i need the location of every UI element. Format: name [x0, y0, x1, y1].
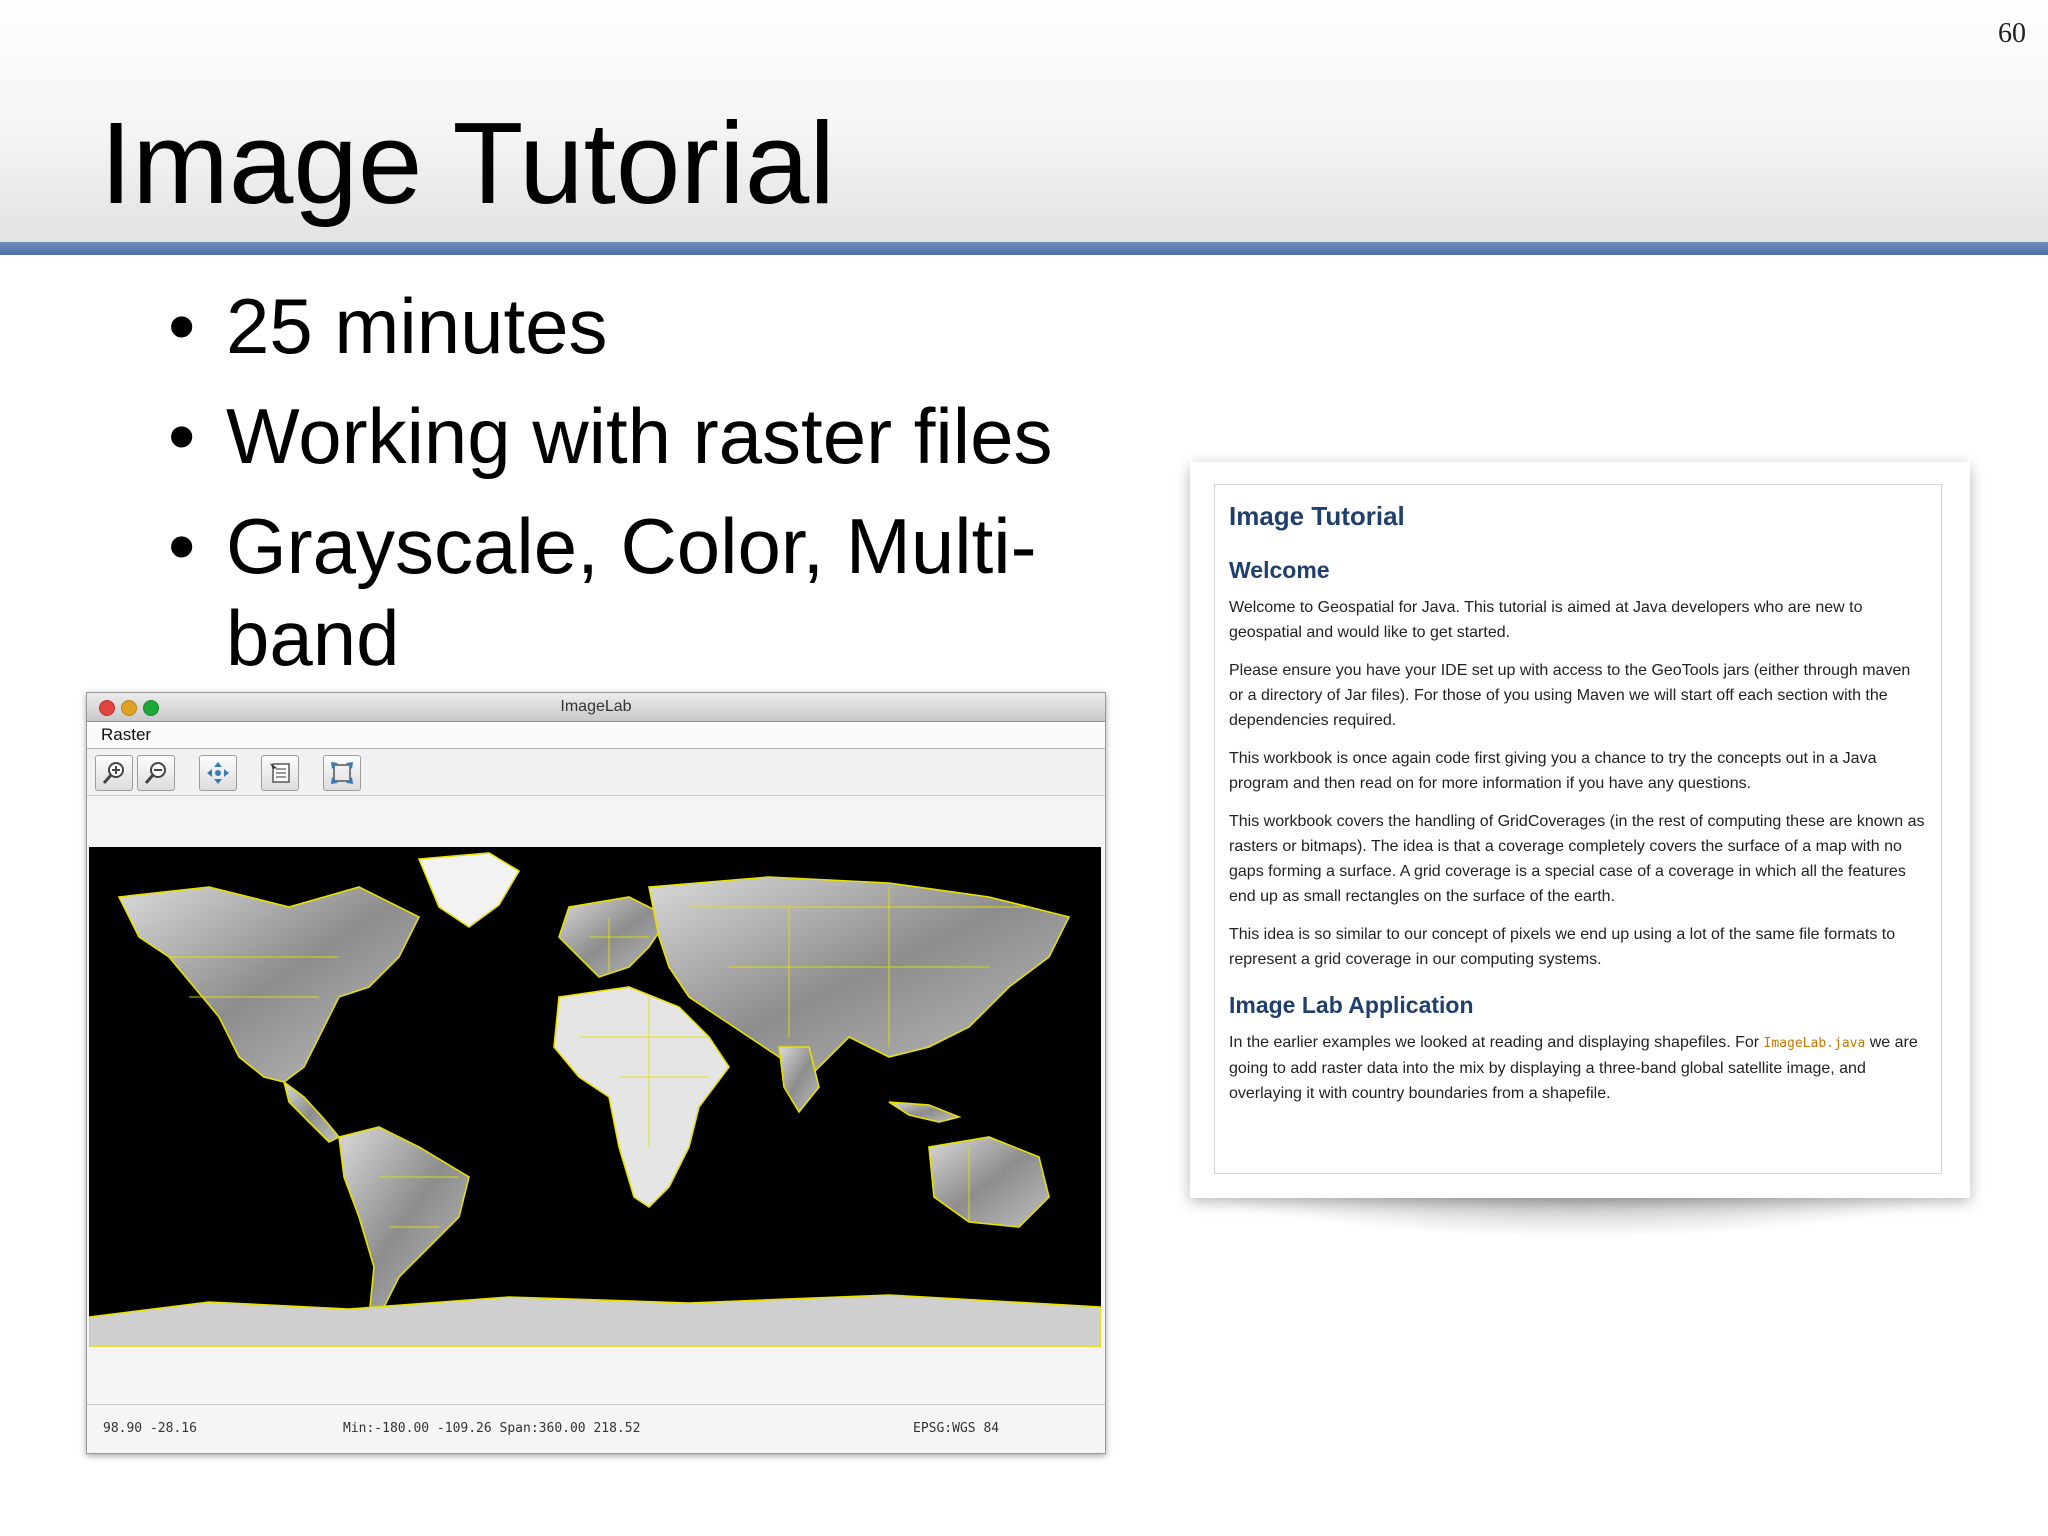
slide-title: Image Tutorial — [100, 98, 836, 228]
statusbar: 98.90 -28.16 Min:-180.00 -109.26 Span:36… — [87, 1404, 1105, 1453]
imagelab-java-link[interactable]: ImageLab.java — [1764, 1036, 1866, 1051]
doc-app-heading: Image Lab Application — [1229, 992, 1474, 1018]
page-number: 60 — [1998, 18, 2026, 49]
map-extent: Min:-180.00 -109.26 Span:360.00 218.52 — [343, 1421, 641, 1436]
pan-icon — [207, 762, 229, 784]
doc-paragraph: This workbook covers the handling of Gri… — [1229, 813, 1925, 905]
menubar: Raster — [87, 722, 1105, 749]
info-icon — [270, 763, 290, 783]
doc-paragraph: This idea is so similar to our concept o… — [1229, 926, 1896, 968]
world-raster-image — [89, 847, 1101, 1347]
imagelab-window: ImageLab Raster 98.90 -28.16 Min:-180.00… — [86, 692, 1106, 1454]
bullet-item: • Working with raster files — [168, 392, 1053, 480]
doc-text: In the earlier examples we looked at rea… — [1229, 1034, 1760, 1051]
menu-raster[interactable]: Raster — [101, 725, 151, 744]
zoom-out-button[interactable] — [137, 755, 175, 791]
bullet-text: Working with raster files — [226, 392, 1053, 480]
bullet-text: 25 minutes — [226, 282, 608, 370]
bullet-list: • 25 minutes • Working with raster files •… — [168, 280, 1108, 702]
zoom-in-icon — [102, 762, 124, 784]
reset-extent-button[interactable] — [323, 755, 361, 791]
crs-label[interactable]: EPSG:WGS 84 — [913, 1421, 999, 1436]
cursor-coords: 98.90 -28.16 — [103, 1421, 197, 1436]
window-title: ImageLab — [560, 698, 632, 715]
tutorial-doc-card: Image Tutorial Welcome Welcome to Geospa… — [1190, 462, 1970, 1198]
doc-welcome-heading: Welcome — [1229, 557, 1330, 583]
doc-title: Image Tutorial — [1229, 501, 1405, 531]
info-button[interactable] — [261, 755, 299, 791]
reset-extent-icon — [331, 762, 353, 784]
doc-paragraph: Please ensure you have your IDE set up w… — [1229, 662, 1911, 729]
bullet-item: • 25 minutes — [168, 282, 608, 370]
bullet-item: • Grayscale, Color, Multi-band — [168, 502, 1037, 682]
tutorial-doc-content: Image Tutorial Welcome Welcome to Geospa… — [1214, 484, 1942, 1174]
bullet-text: Grayscale, Color, Multi-band — [226, 502, 1037, 682]
map-toolbar — [87, 749, 1105, 796]
window-titlebar[interactable]: ImageLab — [87, 693, 1105, 722]
doc-paragraph: In the earlier examples we looked at rea… — [1229, 1030, 1927, 1106]
pan-button[interactable] — [199, 755, 237, 791]
raster-map-pane[interactable] — [89, 847, 1101, 1347]
header-rule — [0, 242, 2048, 255]
zoom-in-button[interactable] — [95, 755, 133, 791]
zoom-out-icon — [144, 762, 166, 784]
doc-paragraph: This workbook is once again code first g… — [1229, 750, 1877, 792]
doc-paragraph: Welcome to Geospatial for Java. This tut… — [1229, 599, 1863, 641]
